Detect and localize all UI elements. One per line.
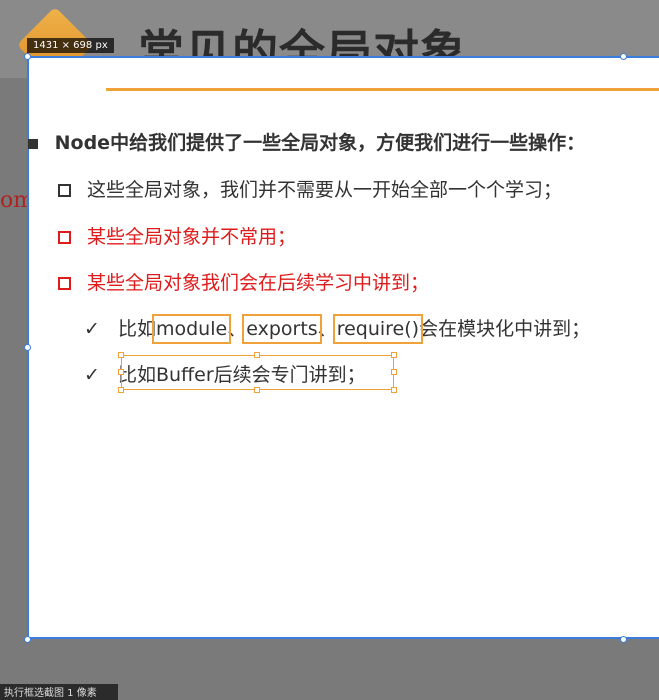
capture-handle-bottom-right[interactable] (620, 636, 627, 643)
hollow-square-bullet-icon (58, 184, 71, 197)
red-square-bullet-icon (58, 277, 71, 290)
shape-handle-bottom-center[interactable] (254, 387, 260, 393)
list-item: 某些全局对象并不常用； (58, 222, 296, 249)
capture-size-unit: px (95, 40, 108, 51)
capture-handle-middle-left[interactable] (24, 344, 31, 351)
list-item: 某些全局对象我们会在后续学习中讲到； (58, 268, 429, 295)
sub1-separator: 、 (317, 318, 337, 340)
shape-handle-bottom-left[interactable] (118, 387, 124, 393)
shape-handle-middle-left[interactable] (118, 369, 124, 375)
square-bullet-icon (28, 138, 38, 149)
item2-text: 某些全局对象并不常用； (87, 226, 297, 248)
item3-text: 某些全局对象我们会在后续学习中讲到； (87, 272, 430, 294)
sub1-prefix: 比如 (117, 318, 156, 340)
selected-shape-box[interactable] (121, 355, 394, 390)
title-underline-rule (106, 88, 659, 91)
capture-size-badge: 1431 × 698 px (27, 38, 114, 53)
shape-handle-top-left[interactable] (118, 352, 124, 358)
check-mark-icon: ✓ (84, 364, 100, 386)
check-mark-icon: ✓ (84, 318, 100, 340)
capture-handle-bottom-left[interactable] (24, 636, 31, 643)
sub1-suffix: 会在模块化中讲到； (419, 318, 591, 340)
exports-highlight-box: exports (242, 314, 322, 344)
shape-handle-top-center[interactable] (254, 352, 260, 358)
sub1-separator: 、 (227, 318, 247, 340)
shape-handle-middle-right[interactable] (391, 369, 397, 375)
status-bar: 执行框选截图 1 像素 (0, 684, 118, 700)
capture-size-value: 1431 × 698 (33, 40, 93, 51)
item1-text: 这些全局对象，我们并不需要从一开始全部一个个学习； (87, 179, 563, 201)
list-item: 这些全局对象，我们并不需要从一开始全部一个个学习； (58, 175, 562, 202)
red-square-bullet-icon (58, 231, 71, 244)
shape-handle-top-right[interactable] (391, 352, 397, 358)
capture-handle-top-right[interactable] (620, 53, 627, 60)
heading-line: Node中给我们提供了一些全局对象，方便我们进行一些操作： (28, 128, 585, 155)
require-highlight-box: require() (332, 314, 424, 344)
status-text: 执行框选截图 1 像素 (4, 688, 97, 699)
capture-handle-top-left[interactable] (24, 53, 31, 60)
module-highlight-box: module (151, 314, 232, 344)
sub-list-item: ✓ 比如module、exports、require()会在模块化中讲到； (84, 314, 591, 344)
shape-handle-bottom-right[interactable] (391, 387, 397, 393)
heading-text: Node中给我们提供了一些全局对象，方便我们进行一些操作： (54, 132, 586, 154)
